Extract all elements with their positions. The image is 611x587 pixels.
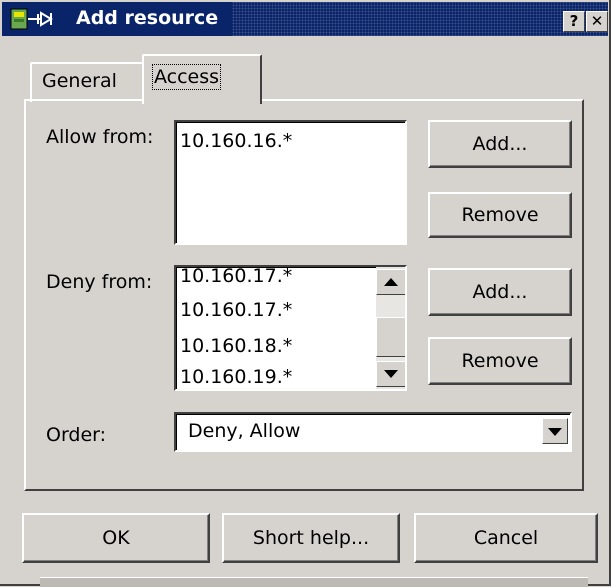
short-help-button[interactable]: Short help...: [222, 513, 400, 563]
tab-general[interactable]: General: [30, 62, 144, 102]
tab-access-label: Access: [151, 64, 222, 90]
title-bar[interactable]: Add resource ? ✕: [2, 2, 608, 36]
access-tab-panel: [24, 99, 584, 491]
ok-button[interactable]: OK: [22, 513, 210, 563]
tab-general-label: General: [42, 70, 117, 92]
close-button[interactable]: ✕: [586, 11, 608, 32]
tab-access[interactable]: Access: [142, 54, 262, 104]
add-resource-dialog: Add resource ? ✕ General Access Allow fr…: [0, 0, 611, 587]
help-button[interactable]: ?: [563, 11, 585, 32]
window-title: Add resource: [76, 7, 219, 29]
cancel-button[interactable]: Cancel: [414, 513, 598, 563]
network-resource-icon: [10, 8, 53, 30]
